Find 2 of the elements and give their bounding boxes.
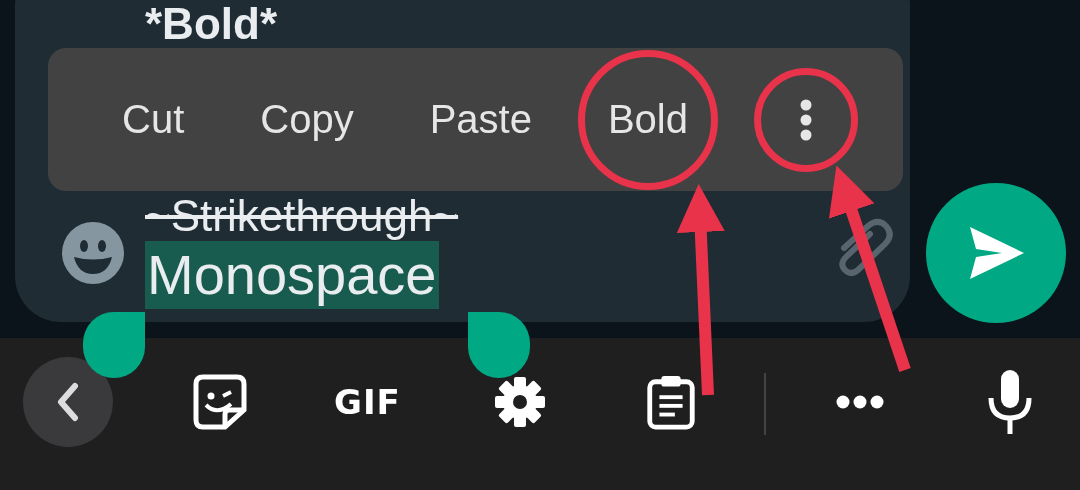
message-text-line: *Bold*: [145, 0, 277, 50]
message-text-line: ~Strikethrough~: [145, 191, 459, 241]
